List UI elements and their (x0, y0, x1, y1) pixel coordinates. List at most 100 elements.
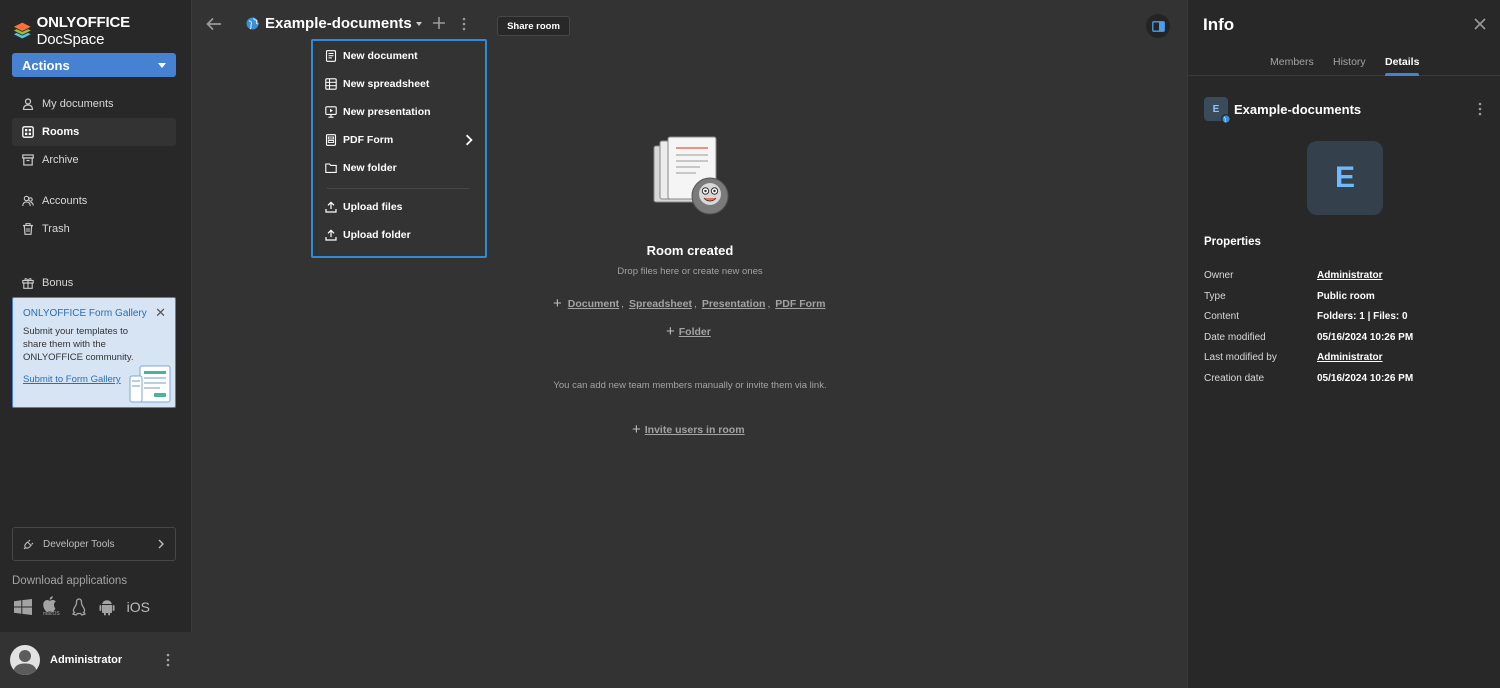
create-dropdown-menu: New document New spreadsheet New present… (311, 39, 487, 258)
create-folder-link[interactable]: Folder (679, 326, 711, 338)
plus-icon[interactable] (432, 16, 446, 30)
linux-icon[interactable] (71, 597, 87, 616)
empty-state-subtitle: Drop files here or create new ones (617, 266, 763, 277)
sidebar-item-label: My documents (42, 98, 114, 110)
property-key: Creation date (1204, 373, 1265, 384)
gallery-title: ONLYOFFICE Form Gallery (23, 308, 147, 319)
separator: , (621, 298, 627, 310)
avatar[interactable] (10, 645, 40, 675)
create-document-link[interactable]: Document (568, 298, 619, 310)
more-vertical-icon[interactable] (166, 653, 170, 667)
windows-icon[interactable] (14, 598, 32, 615)
tab-history[interactable]: History (1333, 56, 1366, 68)
create-pdf-form-link[interactable]: PDF Form (775, 298, 825, 310)
ios-download-link[interactable]: iOS (127, 599, 150, 615)
menu-item-label: New folder (343, 162, 397, 174)
room-icon-initial: E (1212, 103, 1220, 115)
submit-to-gallery-link[interactable]: Submit to Form Gallery (23, 374, 121, 385)
more-vertical-icon[interactable] (1478, 102, 1482, 116)
globe-icon (246, 17, 259, 30)
more-vertical-icon[interactable] (461, 17, 467, 31)
apple-icon (43, 596, 57, 612)
plus-icon: + (666, 323, 675, 340)
globe-icon (1221, 114, 1231, 124)
last-modified-by-link[interactable]: Administrator (1317, 352, 1383, 363)
trash-icon (23, 223, 33, 235)
menu-item-upload-folder[interactable]: Upload folder (325, 224, 475, 246)
menu-item-new-folder[interactable]: New folder (325, 157, 475, 179)
download-icons: macOS iOS (14, 596, 150, 617)
caret-down-icon (415, 21, 422, 26)
property-key: Type (1204, 291, 1226, 302)
pdf-form-icon (325, 134, 337, 146)
user-profile[interactable]: Administrator (0, 632, 192, 688)
macos-download[interactable]: macOS (43, 596, 60, 617)
sidebar-item-rooms[interactable]: Rooms (12, 118, 176, 146)
invite-users-link[interactable]: Invite users in room (645, 424, 745, 436)
onlyoffice-logo-icon (13, 22, 31, 39)
empty-room-illustration-icon (653, 136, 729, 215)
android-icon[interactable] (98, 598, 116, 616)
property-key: Last modified by (1204, 352, 1277, 363)
sidebar-item-archive[interactable]: Archive (12, 146, 176, 174)
active-tab-indicator (1385, 73, 1419, 76)
menu-item-new-presentation[interactable]: New presentation (325, 101, 475, 123)
menu-item-upload-files[interactable]: Upload files (325, 196, 475, 218)
upload-icon (325, 201, 337, 213)
room-title-button[interactable]: Example-documents (246, 15, 422, 32)
actions-label: Actions (22, 57, 70, 73)
archive-icon (22, 154, 34, 166)
room-avatar: E (1307, 141, 1383, 215)
create-spreadsheet-link[interactable]: Spreadsheet (629, 298, 692, 310)
caret-down-icon (158, 62, 166, 68)
property-key: Date modified (1204, 332, 1266, 343)
tab-members[interactable]: Members (1270, 56, 1314, 68)
back-arrow-icon[interactable] (206, 17, 222, 31)
menu-item-pdf-form[interactable]: PDF Form (325, 129, 475, 151)
owner-link[interactable]: Administrator (1317, 270, 1383, 281)
gallery-text: Submit your templates to share them with… (23, 326, 134, 363)
rooms-icon (22, 126, 34, 138)
info-tabs: Members History Details (1188, 56, 1500, 76)
sidebar-item-trash[interactable]: Trash (12, 215, 176, 243)
sidebar-item-bonus[interactable]: Bonus (12, 269, 176, 297)
menu-item-new-document[interactable]: New document (325, 45, 475, 67)
menu-item-new-spreadsheet[interactable]: New spreadsheet (325, 73, 475, 95)
actions-button[interactable]: Actions (12, 53, 176, 77)
property-value: 05/16/2024 10:26 PM (1317, 373, 1414, 384)
info-panel-toggle[interactable] (1146, 14, 1170, 38)
user-name: Administrator (50, 654, 123, 666)
room-header: E Example-documents (1204, 97, 1361, 124)
menu-item-label: PDF Form (343, 134, 394, 146)
property-key: Owner (1204, 270, 1234, 281)
property-value: Folders: 1 | Files: 0 (1317, 311, 1408, 322)
property-value: Public room (1317, 291, 1375, 302)
share-room-button[interactable]: Share room (497, 16, 570, 36)
plus-icon: + (632, 421, 641, 438)
close-icon[interactable] (1474, 18, 1486, 30)
create-presentation-link[interactable]: Presentation (702, 298, 766, 310)
sidebar-item-accounts[interactable]: Accounts (12, 187, 176, 215)
close-icon[interactable]: ✕ (155, 306, 166, 319)
property-key: Content (1204, 311, 1240, 322)
macos-label: macOS (43, 611, 60, 617)
app-logo[interactable]: ONLYOFFICE DocSpace (12, 14, 191, 48)
empty-state-title: Room created (646, 243, 734, 258)
gift-icon (22, 278, 34, 289)
tab-details[interactable]: Details (1385, 56, 1419, 68)
room-title-text: Example-documents (265, 15, 412, 32)
developer-tools-button[interactable]: Developer Tools (12, 527, 176, 561)
invite-row: + Invite users in room (632, 421, 745, 438)
invite-description: You can add new team members manually or… (553, 380, 827, 391)
developer-tools-label: Developer Tools (43, 538, 115, 550)
create-links: + Document, Spreadsheet, Presentation, P… (553, 296, 825, 311)
folder-icon (325, 163, 337, 173)
menu-item-label: Upload folder (343, 229, 411, 241)
separator: , (693, 298, 700, 310)
sidebar-item-label: Trash (42, 223, 70, 235)
sidebar-item-label: Rooms (42, 126, 80, 138)
sidebar: ONLYOFFICE DocSpace Actions My documents… (0, 0, 192, 688)
download-applications-title: Download applications (12, 575, 128, 587)
sidebar-item-my-documents[interactable]: My documents (12, 90, 176, 118)
chevron-right-icon (158, 539, 164, 549)
